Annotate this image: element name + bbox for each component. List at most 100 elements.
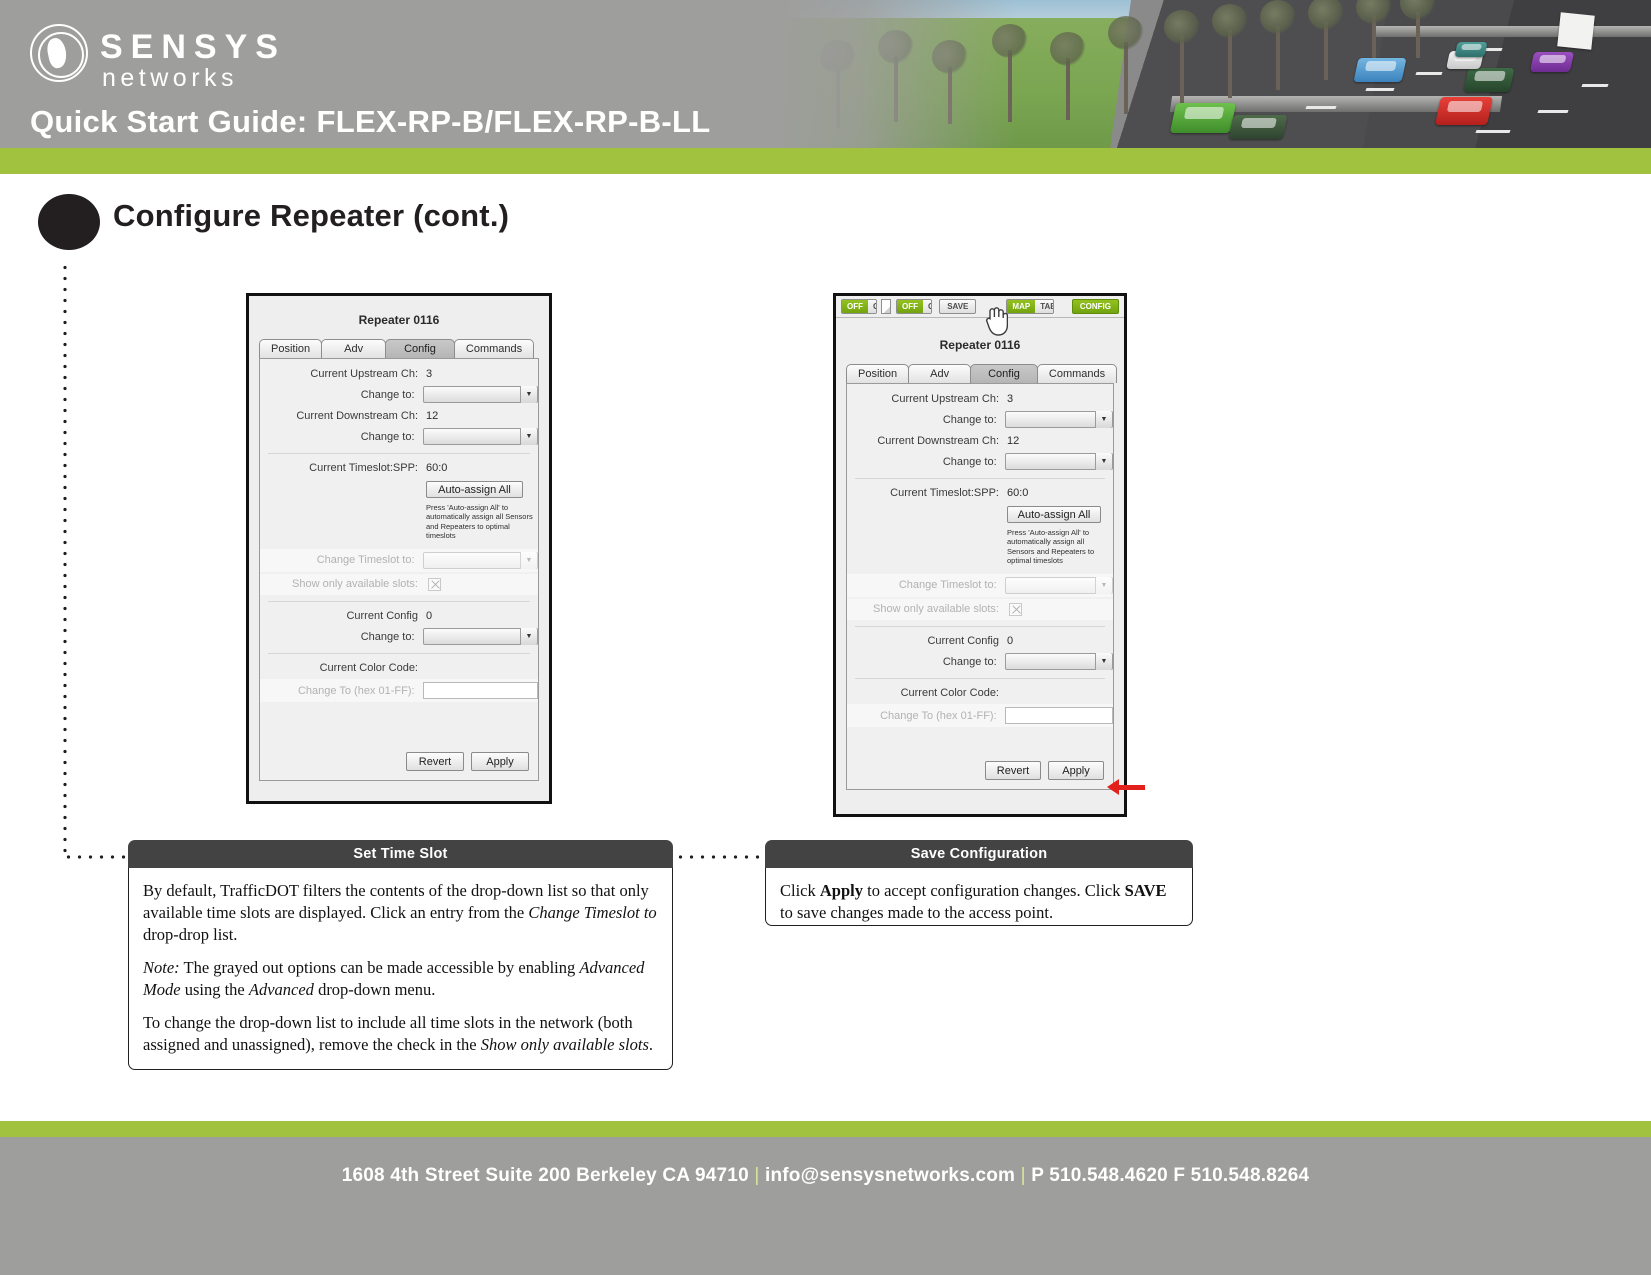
callout-paragraph: To change the drop-down list to include … — [143, 1012, 654, 1054]
footer-separator-1: | — [754, 1165, 760, 1186]
chevron-down-icon[interactable]: ▼ — [520, 428, 537, 445]
tab-adv[interactable]: Adv — [321, 339, 387, 358]
callout-save-configuration-body: Click Apply to accept configuration chan… — [765, 868, 1193, 926]
chevron-down-icon[interactable]: ▼ — [1095, 653, 1112, 671]
right-tab-bar[interactable]: Position Adv Config Commands — [836, 364, 1124, 383]
row-current-downstream: Current Downstream Ch: 12 — [260, 403, 538, 422]
config-change-dropdown[interactable]: ▼ — [422, 628, 538, 646]
right-panel-button-row: Revert Apply — [985, 761, 1104, 780]
value-current-downstream: 12 — [426, 410, 439, 422]
tab-config[interactable]: Config — [385, 339, 455, 358]
left-tab-bar[interactable]: Position Adv Config Commands — [249, 339, 549, 358]
toggle-group-2[interactable]: OFF ON — [896, 299, 933, 314]
toggle1-on[interactable]: ON — [868, 300, 877, 313]
header-green-divider — [0, 148, 1651, 174]
map-view-button[interactable]: MAP — [1007, 300, 1036, 313]
change-timeslot-dropdown[interactable]: ▼ — [422, 551, 538, 569]
lane-marking — [1581, 84, 1609, 87]
row-upstream-change: Change to: ▼ — [847, 405, 1113, 428]
value-current-upstream: 3 — [1007, 393, 1014, 405]
left-window-title: Repeater 0116 — [358, 313, 440, 327]
label-current-config: Current Config — [346, 610, 418, 623]
toggle2-on[interactable]: ON — [923, 300, 932, 313]
tab-commands[interactable]: Commands — [453, 339, 535, 358]
row-color-change: Change To (hex 01-FF): — [260, 679, 538, 703]
chevron-down-icon[interactable]: ▼ — [520, 551, 537, 569]
page-icon[interactable] — [881, 299, 892, 314]
color-change-input[interactable] — [1004, 707, 1113, 725]
label-color-change-hex: Change To (hex 01-FF): — [297, 684, 415, 697]
tab-commands[interactable]: Commands — [1036, 364, 1118, 383]
label-color-change-hex: Change To (hex 01-FF): — [880, 709, 997, 722]
value-current-config: 0 — [426, 610, 433, 623]
auto-assign-all-button[interactable]: Auto-assign All — [1007, 506, 1101, 523]
auto-assign-hint-text: Press 'Auto-assign All' to automatically… — [426, 503, 533, 541]
right-window-title: Repeater 0116 — [939, 338, 1021, 352]
page-footer — [0, 1137, 1651, 1275]
row-show-only-available: Show only available slots: — [260, 573, 538, 596]
value-current-timeslot: 60:0 — [426, 462, 448, 474]
view-toggle-group[interactable]: MAP TABLE — [1006, 299, 1054, 314]
sensys-logo-icon — [30, 24, 88, 82]
toggle2-off[interactable]: OFF — [897, 300, 924, 313]
car-purple — [1529, 52, 1575, 72]
row-downstream-change: Change to: ▼ — [847, 447, 1113, 470]
show-only-available-checkbox[interactable] — [1009, 602, 1022, 616]
callout-save-configuration-title: Save Configuration — [765, 840, 1193, 868]
guide-title: Quick Start Guide: FLEX-RP-B/FLEX-RP-B-L… — [30, 104, 711, 139]
chevron-down-icon[interactable]: ▼ — [1095, 411, 1112, 428]
value-current-upstream: 3 — [426, 368, 433, 380]
apply-button[interactable]: Apply — [1048, 761, 1104, 780]
tree — [1108, 16, 1144, 114]
car-blue — [1353, 58, 1407, 82]
label-current-config: Current Config — [927, 635, 999, 648]
revert-button[interactable]: Revert — [406, 752, 464, 771]
show-only-available-checkbox[interactable] — [428, 577, 441, 591]
downstream-change-dropdown[interactable]: ▼ — [1004, 453, 1113, 470]
label-config-change: Change to: — [942, 655, 997, 668]
tab-config[interactable]: Config — [970, 364, 1038, 383]
apply-button[interactable]: Apply — [471, 752, 529, 771]
row-current-config: Current Config 0 — [847, 627, 1113, 647]
tab-position[interactable]: Position — [259, 339, 323, 358]
callout-paragraph: Note: The grayed out options can be made… — [143, 957, 645, 999]
save-button[interactable]: SAVE — [939, 299, 977, 314]
config-change-dropdown[interactable]: ▼ — [1004, 653, 1113, 671]
page-header: SENSYS networks Quick Start Guide: FLEX-… — [0, 0, 1651, 148]
page-title: Configure Repeater (cont.) — [113, 198, 510, 233]
toggle-group-1[interactable]: OFF ON — [841, 299, 878, 314]
config-button[interactable]: CONFIG — [1071, 299, 1119, 314]
change-timeslot-dropdown[interactable]: ▼ — [1004, 576, 1113, 594]
trafficdot-toolbar[interactable]: OFF ON OFF ON SAVE MAP TABLE CONFIG — [836, 296, 1124, 318]
tab-position[interactable]: Position — [846, 364, 910, 383]
dotted-connector-vertical — [63, 262, 67, 859]
auto-assign-all-button[interactable]: Auto-assign All — [426, 481, 523, 498]
dotted-connector-middle — [675, 855, 770, 859]
value-current-config: 0 — [1007, 635, 1014, 648]
color-change-input[interactable] — [422, 682, 538, 700]
tree — [1050, 32, 1086, 120]
lane-marking — [1415, 72, 1443, 75]
upstream-change-dropdown[interactable]: ▼ — [1004, 411, 1113, 428]
tab-adv[interactable]: Adv — [908, 364, 972, 383]
chevron-down-icon[interactable]: ▼ — [520, 386, 537, 403]
label-show-only-available: Show only available slots: — [873, 602, 999, 615]
revert-button[interactable]: Revert — [985, 761, 1041, 780]
label-current-downstream: Current Downstream Ch: — [296, 410, 418, 422]
row-current-color-code: Current Color Code: — [260, 654, 538, 674]
downstream-change-dropdown[interactable]: ▼ — [422, 428, 538, 445]
upstream-change-dropdown[interactable]: ▼ — [422, 386, 538, 403]
toggle1-off[interactable]: OFF — [842, 300, 868, 313]
table-view-button[interactable]: TABLE — [1035, 300, 1053, 313]
chevron-down-icon[interactable]: ▼ — [1095, 576, 1112, 594]
chevron-down-icon[interactable]: ▼ — [520, 628, 537, 646]
label-downstream-change: Change to: — [360, 430, 415, 443]
footer-email[interactable]: info@sensysnetworks.com — [765, 1165, 1015, 1186]
chevron-down-icon[interactable]: ▼ — [1095, 453, 1112, 470]
label-change-timeslot: Change Timeslot to: — [898, 579, 997, 591]
row-current-downstream: Current Downstream Ch: 12 — [847, 428, 1113, 447]
tree — [1308, 0, 1344, 80]
right-screenshot-panel: OFF ON OFF ON SAVE MAP TABLE CONFIG Repe… — [833, 293, 1127, 817]
row-auto-assign-hint: Press 'Auto-assign All' to automatically… — [260, 498, 538, 541]
label-downstream-change: Change to: — [942, 455, 997, 468]
